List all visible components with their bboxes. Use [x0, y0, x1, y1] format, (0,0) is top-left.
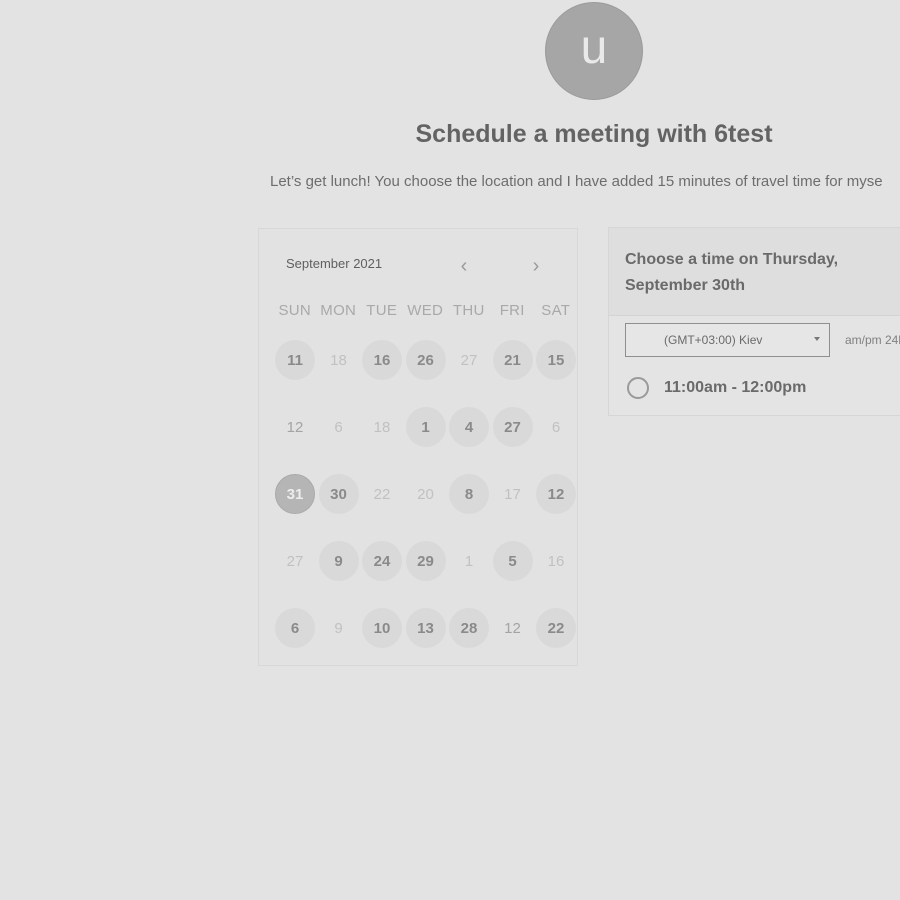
- weekday-fri: FRI: [499, 302, 525, 319]
- timezone-select[interactable]: (GMT+03:00) Kiev: [625, 323, 830, 357]
- calendar-day: 27: [460, 351, 478, 369]
- weekday-wed: WED: [407, 302, 444, 319]
- month-label: September 2021: [286, 256, 383, 271]
- calendar-day[interactable]: 5: [492, 541, 533, 581]
- weekday-mon: MON: [320, 302, 357, 319]
- calendar-day: 1: [464, 552, 474, 570]
- caret-down-icon: [814, 337, 820, 341]
- calendar-day: 22: [373, 485, 391, 503]
- calendar-day[interactable]: 30: [318, 474, 359, 514]
- calendar-day[interactable]: 27: [492, 407, 533, 447]
- calendar-day[interactable]: 28: [449, 608, 489, 648]
- weekday-thu: THU: [452, 302, 485, 319]
- calendar-day[interactable]: 26: [405, 340, 446, 380]
- next-month-icon[interactable]: ›: [526, 256, 546, 277]
- calendar: September 2021 ‹ › SUN MON TUE WED THU F…: [258, 228, 578, 666]
- calendar-day[interactable]: 4: [449, 407, 489, 447]
- calendar-day[interactable]: 8: [449, 474, 489, 514]
- calendar-day[interactable]: 11: [275, 340, 315, 380]
- calendar-day[interactable]: 12: [536, 474, 576, 514]
- calendar-day-selected[interactable]: 31: [275, 474, 315, 514]
- time-slot-label: 11:00am - 12:00pm: [664, 379, 807, 396]
- calendar-day[interactable]: 24: [362, 541, 402, 581]
- calendar-day: 20: [417, 485, 434, 503]
- event-description: Let’s get lunch! You choose the location…: [270, 173, 883, 190]
- calendar-day: 18: [330, 351, 347, 369]
- calendar-day[interactable]: 15: [536, 340, 576, 380]
- calendar-day: 6: [334, 418, 343, 436]
- calendar-day: 27: [286, 552, 304, 570]
- time-panel-header: Choose a time on Thursday, September 30t…: [609, 228, 900, 316]
- calendar-day[interactable]: 21: [492, 340, 533, 380]
- calendar-day[interactable]: 1: [405, 407, 446, 447]
- timezone-value: (GMT+03:00) Kiev: [664, 333, 763, 347]
- time-heading-line-2: September 30th: [625, 277, 746, 294]
- time-heading-line-1: Choose a time on Thursday,: [625, 251, 839, 268]
- calendar-day: 12: [504, 619, 521, 637]
- scheduling-page: u Schedule a meeting with 6test Let’s ge…: [0, 0, 900, 900]
- time-format-toggle[interactable]: am/pm 24h: [845, 333, 900, 347]
- weekday-header-row: SUN MON TUE WED THU FRI SAT: [273, 302, 577, 322]
- calendar-day: 17: [504, 485, 521, 503]
- calendar-day[interactable]: 22: [536, 608, 576, 648]
- page-title: Schedule a meeting with 6test: [415, 120, 773, 148]
- calendar-day: 6: [551, 418, 561, 436]
- weekday-tue: TUE: [366, 302, 398, 319]
- radio-button-icon[interactable]: [627, 377, 649, 399]
- calendar-day: 16: [547, 552, 565, 570]
- time-selection-panel: Choose a time on Thursday, September 30t…: [608, 227, 900, 416]
- avatar-initial: u: [580, 21, 608, 74]
- calendar-day[interactable]: 6: [275, 608, 315, 648]
- calendar-day-grid: 11 18 16 26 27 21 15 12 6 18 1 4 27 6 31 30 22 20 8 17 12 27 9…: [273, 340, 577, 665]
- weekday-sun: SUN: [278, 302, 312, 319]
- calendar-day: 18: [373, 418, 391, 436]
- time-slot[interactable]: 11:00am - 12:00pm: [627, 377, 806, 399]
- calendar-day: 12: [286, 418, 304, 436]
- calendar-day: 9: [334, 619, 343, 637]
- calendar-day[interactable]: 16: [362, 340, 402, 380]
- calendar-day[interactable]: 9: [318, 541, 359, 581]
- calendar-day[interactable]: 10: [362, 608, 402, 648]
- calendar-day[interactable]: 13: [405, 608, 446, 648]
- avatar: u: [545, 2, 643, 100]
- weekday-sat: SAT: [541, 302, 571, 319]
- previous-month-icon[interactable]: ‹: [454, 256, 474, 277]
- calendar-day[interactable]: 29: [405, 541, 446, 581]
